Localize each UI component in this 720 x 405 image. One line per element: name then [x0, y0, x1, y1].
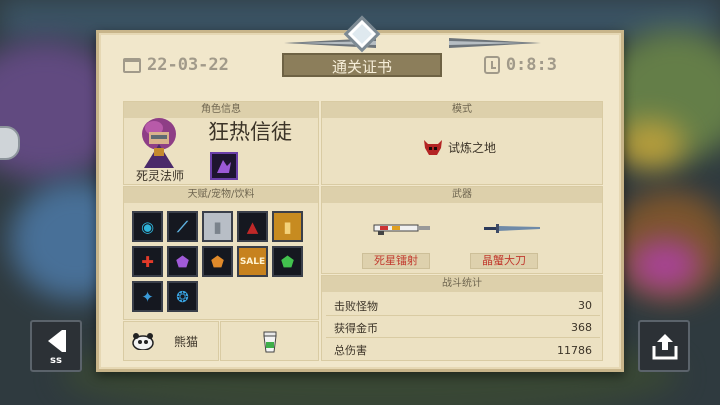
talent-grid: ◉ ⟋ ▮ ▲ ▮ ✚ ⬟ ⬟ SALE ⬟ ✦ ❂: [132, 211, 303, 312]
duration-text: 0:8:3: [505, 55, 557, 75]
pet-section: 熊猫: [123, 321, 219, 361]
orange-buff-icon[interactable]: ⬟: [202, 246, 233, 277]
duration-display: 0:8:3: [483, 53, 557, 77]
stat-value: 11786: [557, 343, 592, 357]
stat-value: 30: [578, 299, 592, 312]
talents-header: 天赋/宠物/饮料: [124, 187, 318, 203]
stat-row-damage: 总伤害 11786: [326, 340, 600, 360]
necro-skill-icon: [210, 152, 238, 180]
clear-certificate: 22-03-22 通关证书 0:8:3 角色信息 死灵法师 狂热信徒 模式 试炼…: [96, 15, 624, 372]
certificate-title: 通关证书: [282, 53, 442, 77]
mode-header: 模式: [322, 102, 602, 118]
battle-stats-section: 战斗统计 击败怪物 30 获得金币 368 总伤害 11786: [321, 275, 603, 361]
share-icon: [652, 334, 678, 360]
back-label: ss: [50, 355, 62, 366]
crab-blade-icon: [484, 224, 540, 233]
drink-section: [220, 321, 319, 361]
date-text: 22-03-22: [147, 55, 229, 75]
mode-section: 模式 试炼之地: [321, 101, 603, 185]
stat-row-kills: 击败怪物 30: [326, 296, 600, 316]
necromancer-portrait-icon: [142, 118, 176, 168]
clock-icon: [483, 56, 500, 74]
back-bar-icon: [62, 330, 66, 352]
gold-shield-icon[interactable]: ▮: [272, 211, 303, 242]
green-buff-icon[interactable]: ⬟: [272, 246, 303, 277]
banner-right-wing-icon: [449, 38, 541, 48]
stat-label: 获得金币: [334, 321, 378, 335]
character-class: 死灵法师: [135, 169, 184, 183]
stat-label: 击败怪物: [334, 299, 378, 313]
talents-section: 天赋/宠物/饮料 ◉ ⟋ ▮ ▲ ▮ ✚ ⬟ ⬟ SALE ⬟ ✦ ❂: [123, 186, 319, 320]
share-button[interactable]: [638, 320, 690, 372]
bat-wing-icon[interactable]: ▲: [237, 211, 268, 242]
character-name: 狂热信徒: [208, 120, 292, 144]
demon-skull-icon: [424, 140, 442, 155]
talent-icon[interactable]: ◉: [132, 211, 163, 242]
back-button[interactable]: ss: [30, 320, 82, 372]
mode-display: 试炼之地: [422, 136, 496, 158]
character-info-section: 角色信息 死灵法师 狂热信徒: [123, 101, 319, 185]
weapon-name-blade: 晶蟹大刀: [470, 253, 538, 269]
purple-buff-icon[interactable]: ⬟: [167, 246, 198, 277]
mode-name: 试炼之地: [448, 140, 497, 155]
stat-value: 368: [571, 321, 592, 334]
talent-icon[interactable]: ⟋: [167, 211, 198, 242]
panda-icon: [132, 333, 154, 350]
weapons-header: 武器: [322, 187, 602, 203]
star-orb-icon[interactable]: ✦: [132, 281, 163, 312]
pet-display: 熊猫: [132, 332, 198, 350]
date-display: 22-03-22: [123, 53, 229, 77]
battle-stats-header: 战斗统计: [322, 276, 602, 292]
weapons-section: 武器 死星镭射 晶蟹大刀: [321, 186, 603, 274]
weapon-name-laser: 死星镭射: [362, 253, 430, 269]
laser-gun-icon: [373, 224, 430, 235]
stat-label: 总伤害: [334, 344, 367, 357]
sale-icon[interactable]: SALE: [237, 246, 268, 277]
health-cross-icon[interactable]: ✚: [132, 246, 163, 277]
stat-row-gold: 获得金币 368: [326, 318, 600, 338]
shield-icon[interactable]: ▮: [202, 211, 233, 242]
drink-cup-icon: [263, 331, 277, 353]
back-arrow-icon: [48, 330, 62, 352]
brain-icon[interactable]: ❂: [167, 281, 198, 312]
pet-name: 熊猫: [174, 334, 199, 349]
calendar-icon: [123, 57, 141, 73]
